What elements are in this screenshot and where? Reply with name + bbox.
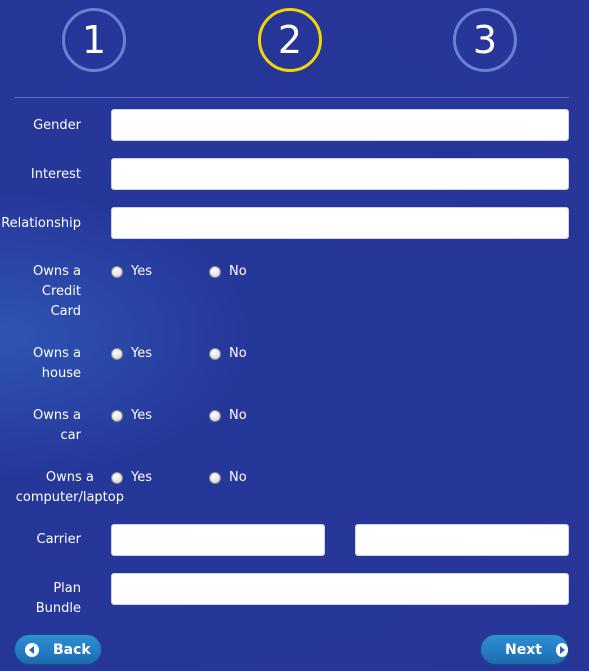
computer-yes-label: Yes — [131, 470, 152, 485]
computer-no-radio[interactable] — [209, 472, 221, 484]
back-button[interactable]: Back — [14, 634, 102, 665]
next-button[interactable]: Next — [480, 634, 569, 665]
gender-field[interactable] — [111, 109, 569, 141]
credit-card-label: Owns a Credit Card — [33, 264, 81, 319]
arrow-right-circle-icon — [555, 642, 568, 657]
step-3: 3 — [453, 8, 517, 72]
house-yes-radio[interactable] — [111, 348, 123, 360]
credit-card-no-label: No — [229, 264, 247, 279]
divider — [14, 97, 569, 98]
credit-card-no-radio[interactable] — [209, 266, 221, 278]
back-button-label: Back — [53, 641, 91, 658]
relationship-field[interactable] — [111, 207, 569, 239]
interest-field[interactable] — [111, 158, 569, 190]
credit-card-yes-radio[interactable] — [111, 266, 123, 278]
house-no-radio[interactable] — [209, 348, 221, 360]
carrier-label: Carrier — [36, 532, 81, 547]
step-1: 1 — [62, 8, 126, 72]
plan-bundle-label: Plan Bundle — [35, 581, 81, 616]
house-yes-label: Yes — [131, 346, 152, 361]
credit-card-yes-label: Yes — [131, 264, 152, 279]
step-indicator: 1 2 3 — [0, 8, 589, 78]
computer-yes-radio[interactable] — [111, 472, 123, 484]
next-button-label: Next — [505, 641, 542, 658]
car-no-label: No — [229, 408, 247, 423]
car-yes-radio[interactable] — [111, 410, 123, 422]
car-yes-label: Yes — [131, 408, 152, 423]
carrier-field-1[interactable] — [111, 524, 325, 556]
step-2-active: 2 — [258, 8, 322, 72]
arrow-left-circle-icon — [25, 642, 39, 657]
gender-label: Gender — [33, 118, 81, 133]
house-label: Owns a house — [33, 346, 81, 381]
house-no-label: No — [229, 346, 247, 361]
relationship-label: Relationship — [1, 216, 81, 231]
computer-label: Owns a computer/laptop — [15, 470, 124, 505]
car-label: Owns a car — [33, 408, 81, 443]
carrier-field-2[interactable] — [355, 524, 569, 556]
plan-bundle-field[interactable] — [111, 573, 569, 605]
car-no-radio[interactable] — [209, 410, 221, 422]
interest-label: Interest — [30, 167, 81, 182]
computer-no-label: No — [229, 470, 247, 485]
